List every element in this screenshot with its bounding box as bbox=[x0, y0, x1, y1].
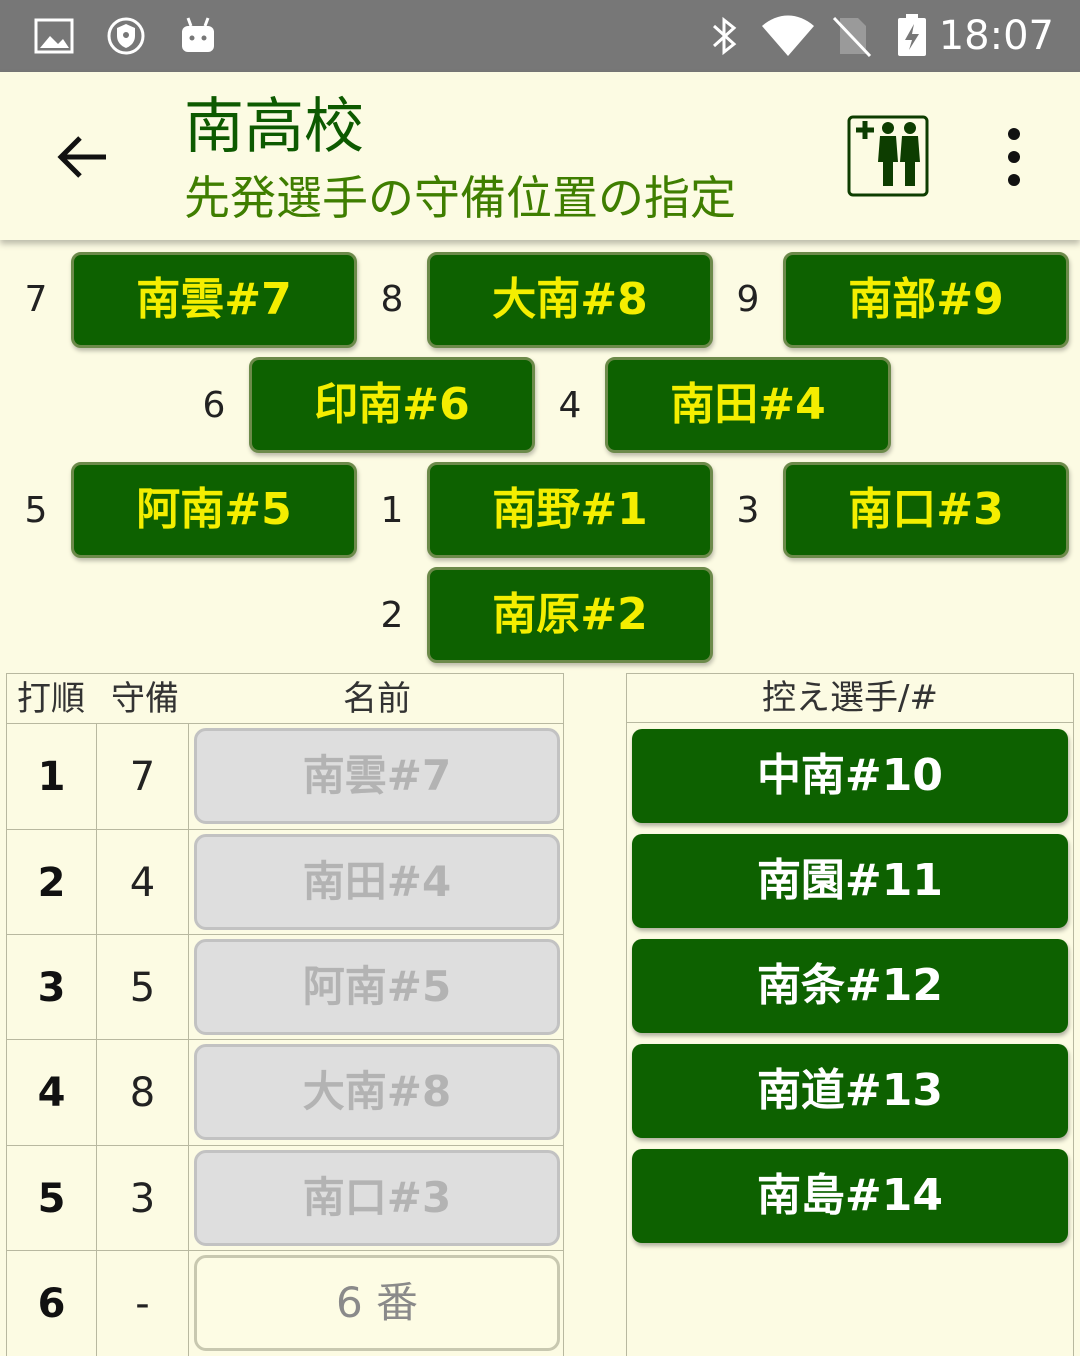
bench-player-button[interactable]: 南道#13 bbox=[632, 1044, 1068, 1138]
position-button-6[interactable]: 印南#6 bbox=[249, 357, 535, 453]
table-row: 1 7 南雲#7 bbox=[6, 723, 564, 830]
bench-list: 控え選手/# 中南#10 南園#11 南条#12 南道#13 南島#14 bbox=[626, 673, 1074, 1356]
batting-order: 5 bbox=[6, 1146, 97, 1252]
defense-position: 4 bbox=[97, 830, 189, 936]
player-name-slot[interactable]: 南雲#7 bbox=[194, 728, 560, 824]
page-subtitle: 先発選手の守備位置の指定 bbox=[184, 171, 736, 225]
batting-order: 2 bbox=[6, 830, 97, 936]
batting-order: 6 bbox=[6, 1251, 97, 1356]
lineup-table: 打順 守備 名前 1 7 南雲#7 2 4 南田#4 3 5 阿南#5 4 8 … bbox=[6, 673, 564, 1356]
bench-player-button[interactable]: 南島#14 bbox=[632, 1149, 1068, 1243]
position-number: 6 bbox=[202, 385, 226, 426]
add-player-icon[interactable] bbox=[846, 114, 930, 198]
player-name-slot[interactable]: 南口#3 bbox=[194, 1150, 560, 1246]
divider bbox=[563, 723, 564, 1356]
battery-charging-icon bbox=[898, 14, 926, 56]
defense-position: 7 bbox=[97, 724, 189, 830]
header-name: 名前 bbox=[343, 679, 411, 719]
position-number: 3 bbox=[736, 490, 760, 531]
status-time: 18:07 bbox=[938, 13, 1054, 59]
field-diagram: 7 南雲#7 8 大南#8 9 南部#9 6 印南#6 4 南田#4 5 阿南#… bbox=[0, 240, 1080, 672]
image-icon bbox=[34, 18, 74, 54]
bench-player-button[interactable]: 南条#12 bbox=[632, 939, 1068, 1033]
position-button-5[interactable]: 阿南#5 bbox=[71, 462, 357, 558]
defense-position: - bbox=[97, 1251, 189, 1356]
position-number: 8 bbox=[380, 279, 404, 320]
position-button-4[interactable]: 南田#4 bbox=[605, 357, 891, 453]
more-options-icon[interactable] bbox=[992, 122, 1036, 192]
position-number: 5 bbox=[24, 490, 48, 531]
player-name-slot[interactable]: 大南#8 bbox=[194, 1044, 560, 1140]
position-button-3[interactable]: 南口#3 bbox=[783, 462, 1069, 558]
position-button-1[interactable]: 南野#1 bbox=[427, 462, 713, 558]
header-batting-order: 打順 bbox=[17, 679, 85, 719]
app-bar: 南高校 先発選手の守備位置の指定 bbox=[0, 72, 1080, 240]
bench-header: 控え選手/# bbox=[627, 673, 1073, 723]
position-number: 1 bbox=[380, 490, 404, 531]
header-position: 守備 bbox=[111, 679, 179, 719]
batting-order: 3 bbox=[6, 935, 97, 1041]
table-row: 6 - 6 番 bbox=[6, 1250, 564, 1356]
defense-position: 5 bbox=[97, 935, 189, 1041]
status-bar: 18:07 bbox=[0, 0, 1080, 72]
lineup-header: 打順 守備 名前 bbox=[6, 673, 564, 723]
batting-order: 4 bbox=[6, 1040, 97, 1146]
position-button-2[interactable]: 南原#2 bbox=[427, 567, 713, 663]
player-name-slot[interactable]: 南田#4 bbox=[194, 834, 560, 930]
table-row: 3 5 阿南#5 bbox=[6, 934, 564, 1041]
defense-position: 3 bbox=[97, 1146, 189, 1252]
table-row: 5 3 南口#3 bbox=[6, 1145, 564, 1252]
back-arrow-icon[interactable] bbox=[50, 124, 116, 190]
vpn-shield-icon bbox=[107, 17, 145, 55]
page-title: 南高校 bbox=[184, 92, 364, 162]
position-number: 7 bbox=[24, 279, 48, 320]
no-sim-icon bbox=[832, 16, 872, 58]
bench-player-button[interactable]: 中南#10 bbox=[632, 729, 1068, 823]
bench-player-button[interactable]: 南園#11 bbox=[632, 834, 1068, 928]
position-button-8[interactable]: 大南#8 bbox=[427, 252, 713, 348]
bluetooth-icon bbox=[712, 16, 737, 56]
defense-position: 8 bbox=[97, 1040, 189, 1146]
wifi-icon bbox=[762, 15, 814, 56]
position-number: 9 bbox=[736, 279, 760, 320]
position-button-9[interactable]: 南部#9 bbox=[783, 252, 1069, 348]
batting-order: 1 bbox=[6, 724, 97, 830]
android-icon bbox=[182, 17, 214, 52]
player-name-slot-empty[interactable]: 6 番 bbox=[194, 1255, 560, 1351]
position-number: 4 bbox=[558, 385, 582, 426]
position-number: 2 bbox=[380, 595, 404, 636]
table-row: 2 4 南田#4 bbox=[6, 829, 564, 936]
position-button-7[interactable]: 南雲#7 bbox=[71, 252, 357, 348]
player-name-slot[interactable]: 阿南#5 bbox=[194, 939, 560, 1035]
table-row: 4 8 大南#8 bbox=[6, 1039, 564, 1146]
